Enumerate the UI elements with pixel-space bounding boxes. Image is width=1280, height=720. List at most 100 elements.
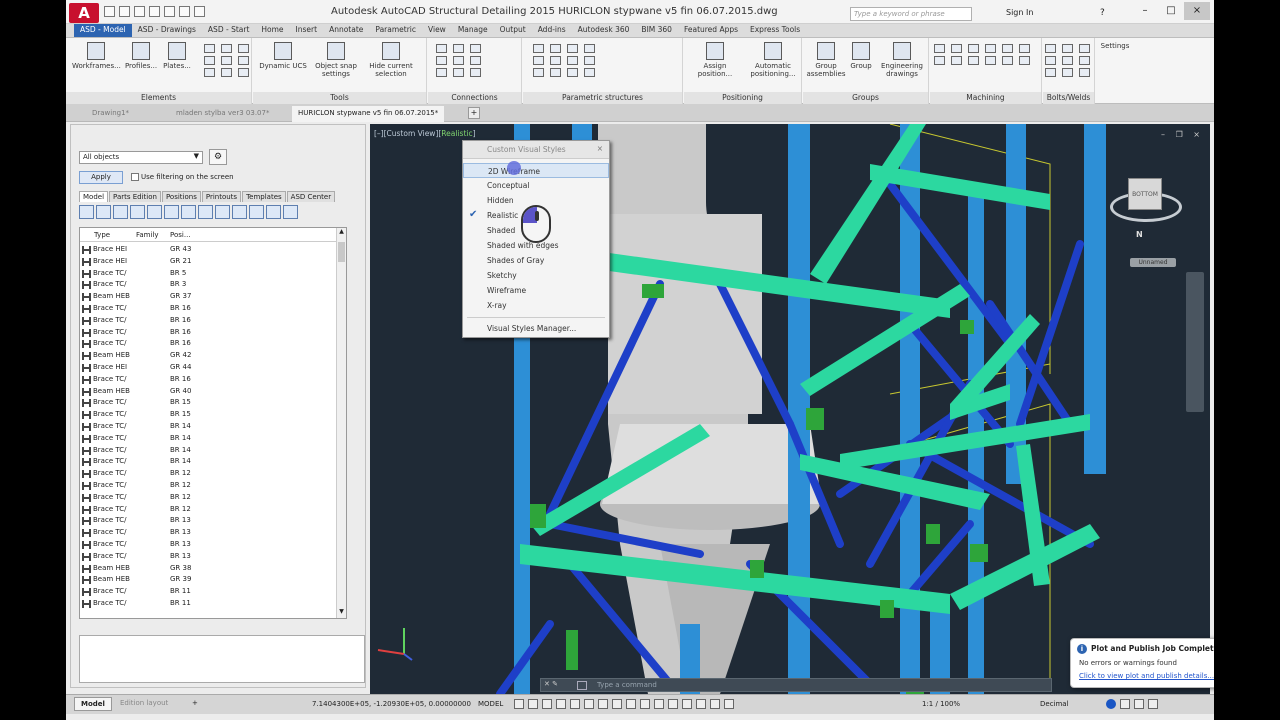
weld-filter-icon[interactable] <box>198 205 213 219</box>
palette-tab-parts-edition[interactable]: Parts Edition <box>109 191 161 202</box>
connection-icon[interactable] <box>453 44 464 53</box>
frame-icon[interactable] <box>113 205 128 219</box>
bolt-icon[interactable] <box>1079 44 1090 53</box>
drawing-viewport[interactable]: [–][Custom View][Realistic] – ❐ × BOTTOM… <box>370 124 1210 694</box>
machining-icon[interactable] <box>1019 56 1030 65</box>
group-button[interactable]: Group <box>847 42 875 70</box>
notification-details-link[interactable]: Click to view plot and publish details..… <box>1079 672 1214 680</box>
list-item[interactable]: Brace TC/BR 13 <box>80 515 336 527</box>
bolt-filter-icon[interactable] <box>181 205 196 219</box>
coordinates-readout[interactable]: 7.1404300E+05, -1.20930E+05, 0.00000000 <box>312 700 471 708</box>
dynamic-ucs-button[interactable]: Dynamic UCS <box>257 42 309 70</box>
parametric-icon[interactable] <box>533 44 544 53</box>
scroll-up-icon[interactable]: ▲ <box>337 228 346 238</box>
machining-group-title[interactable]: Machining <box>930 92 1041 104</box>
list-item[interactable]: Brace TC/BR 14 <box>80 445 336 457</box>
navigation-bar[interactable] <box>1186 272 1204 412</box>
elements-tool-icon[interactable] <box>238 44 249 53</box>
list-item[interactable]: Brace TC/BR 13 <box>80 527 336 539</box>
object-snap-button[interactable]: Object snap settings <box>311 42 361 78</box>
list-item[interactable]: Beam HEB GR 40 <box>80 386 336 398</box>
parametric-icon[interactable] <box>567 68 578 77</box>
list-item[interactable]: Beam HEB GR 39 <box>80 574 336 586</box>
units-selector[interactable]: Decimal <box>1040 700 1069 708</box>
use-filter-checkbox[interactable]: Use filtering on the screen <box>131 173 234 181</box>
doc-tab-drawing1[interactable]: Drawing1* <box>86 106 135 122</box>
list-item[interactable]: Brace TC/BR 14 <box>80 456 336 468</box>
parametric-group-title[interactable]: Parametric structures <box>523 92 682 104</box>
bolt-icon[interactable] <box>1062 56 1073 65</box>
tab-autodesk-360[interactable]: Autodesk 360 <box>572 24 636 37</box>
list-item[interactable]: Brace TC/BR 12 <box>80 480 336 492</box>
doc-tab-huriclon[interactable]: HURICLON stypwane v5 fin 06.07.2015* <box>292 106 445 122</box>
grid-icon[interactable] <box>514 699 524 709</box>
annotation-scale-icon[interactable] <box>724 699 734 709</box>
list-item[interactable]: Brace TC/BR 16 <box>80 303 336 315</box>
plates-button[interactable]: Plates... <box>162 42 192 70</box>
column-position[interactable]: Posi... <box>170 231 191 239</box>
model-space-toggle[interactable]: MODEL <box>478 700 503 708</box>
tab-manage[interactable]: Manage <box>452 24 494 37</box>
list-item[interactable]: Brace TC/BR 16 <box>80 338 336 350</box>
annotation-scale[interactable]: 1:1 / 100% <box>922 700 960 708</box>
machining-icon[interactable] <box>985 56 996 65</box>
brace-filter-icon[interactable] <box>164 205 179 219</box>
list-item[interactable]: Brace TC/BR 16 <box>80 315 336 327</box>
apply-button[interactable]: Apply <box>79 171 123 184</box>
tab-asd-model[interactable]: ASD - Model <box>74 24 132 37</box>
tab-home[interactable]: Home <box>255 24 289 37</box>
osnap-icon[interactable] <box>570 699 580 709</box>
column-filter-icon[interactable] <box>232 205 247 219</box>
parametric-icon[interactable] <box>567 56 578 65</box>
zoom-filter-icon[interactable] <box>266 205 281 219</box>
lineweight-icon[interactable] <box>598 699 608 709</box>
gizmo-icon[interactable] <box>682 699 692 709</box>
tab-parametric[interactable]: Parametric <box>369 24 422 37</box>
selection-cycling-icon[interactable] <box>626 699 636 709</box>
settings-button[interactable]: Settings <box>1096 42 1134 50</box>
bolt-icon[interactable] <box>1045 68 1056 77</box>
palette-tab-templates[interactable]: Templates <box>242 191 286 202</box>
layout-tab-edition[interactable]: Edition layout <box>114 697 174 711</box>
list-item[interactable]: Brace HEI GR 21 <box>80 256 336 268</box>
parametric-icon[interactable] <box>533 68 544 77</box>
object-filter-select[interactable]: All objects ▼ <box>79 151 203 164</box>
layout-tab-model[interactable]: Model <box>74 697 112 711</box>
command-line[interactable]: ✕ ✎ Type a command <box>540 678 1052 692</box>
minimize-button[interactable]: – <box>1132 2 1158 20</box>
list-item[interactable]: Brace HEI GR 44 <box>80 362 336 374</box>
tab-add-ins[interactable]: Add-ins <box>532 24 572 37</box>
vs-item-sketchy[interactable]: Sketchy <box>463 268 609 283</box>
profile-filter-icon[interactable] <box>215 205 230 219</box>
filter-settings-button[interactable]: ⚙ <box>209 149 227 165</box>
plate-filter-icon[interactable] <box>130 205 145 219</box>
vs-item-2d-wireframe[interactable]: 2D Wireframe <box>463 163 609 178</box>
tab-insert[interactable]: Insert <box>290 24 324 37</box>
profiles-button[interactable]: Profiles... <box>124 42 158 70</box>
visual-style-label[interactable]: Realistic <box>441 129 472 138</box>
machining-icon[interactable] <box>968 44 979 53</box>
beam-filter-icon[interactable] <box>147 205 162 219</box>
elements-tool-icon[interactable] <box>221 44 232 53</box>
saveas-icon[interactable] <box>149 6 160 17</box>
tab-asd-start[interactable]: ASD - Start <box>202 24 255 37</box>
elements-tool-icon[interactable] <box>221 68 232 77</box>
machining-icon[interactable] <box>968 56 979 65</box>
connection-icon[interactable] <box>436 68 447 77</box>
parametric-icon[interactable] <box>550 68 561 77</box>
parametric-icon[interactable] <box>584 56 595 65</box>
refresh-icon[interactable] <box>283 205 298 219</box>
list-item[interactable]: Beam HEB GR 42 <box>80 350 336 362</box>
list-item[interactable]: Brace TC/BR 11 <box>80 598 336 610</box>
bolt-icon[interactable] <box>1062 44 1073 53</box>
list-item[interactable]: Brace TC/BR 13 <box>80 551 336 563</box>
new-tab-button[interactable]: + <box>468 107 480 119</box>
bolt-icon[interactable] <box>1045 56 1056 65</box>
tab-output[interactable]: Output <box>494 24 532 37</box>
bolts-group-title[interactable]: Bolts/Welds <box>1043 92 1094 104</box>
doc-tab-mladen[interactable]: mladen stylba ver3 03.07* <box>170 106 275 122</box>
column-family[interactable]: Family <box>136 231 159 239</box>
select-icon[interactable] <box>96 205 111 219</box>
connection-icon[interactable] <box>453 56 464 65</box>
sign-in-button[interactable]: Sign In <box>1006 8 1033 17</box>
